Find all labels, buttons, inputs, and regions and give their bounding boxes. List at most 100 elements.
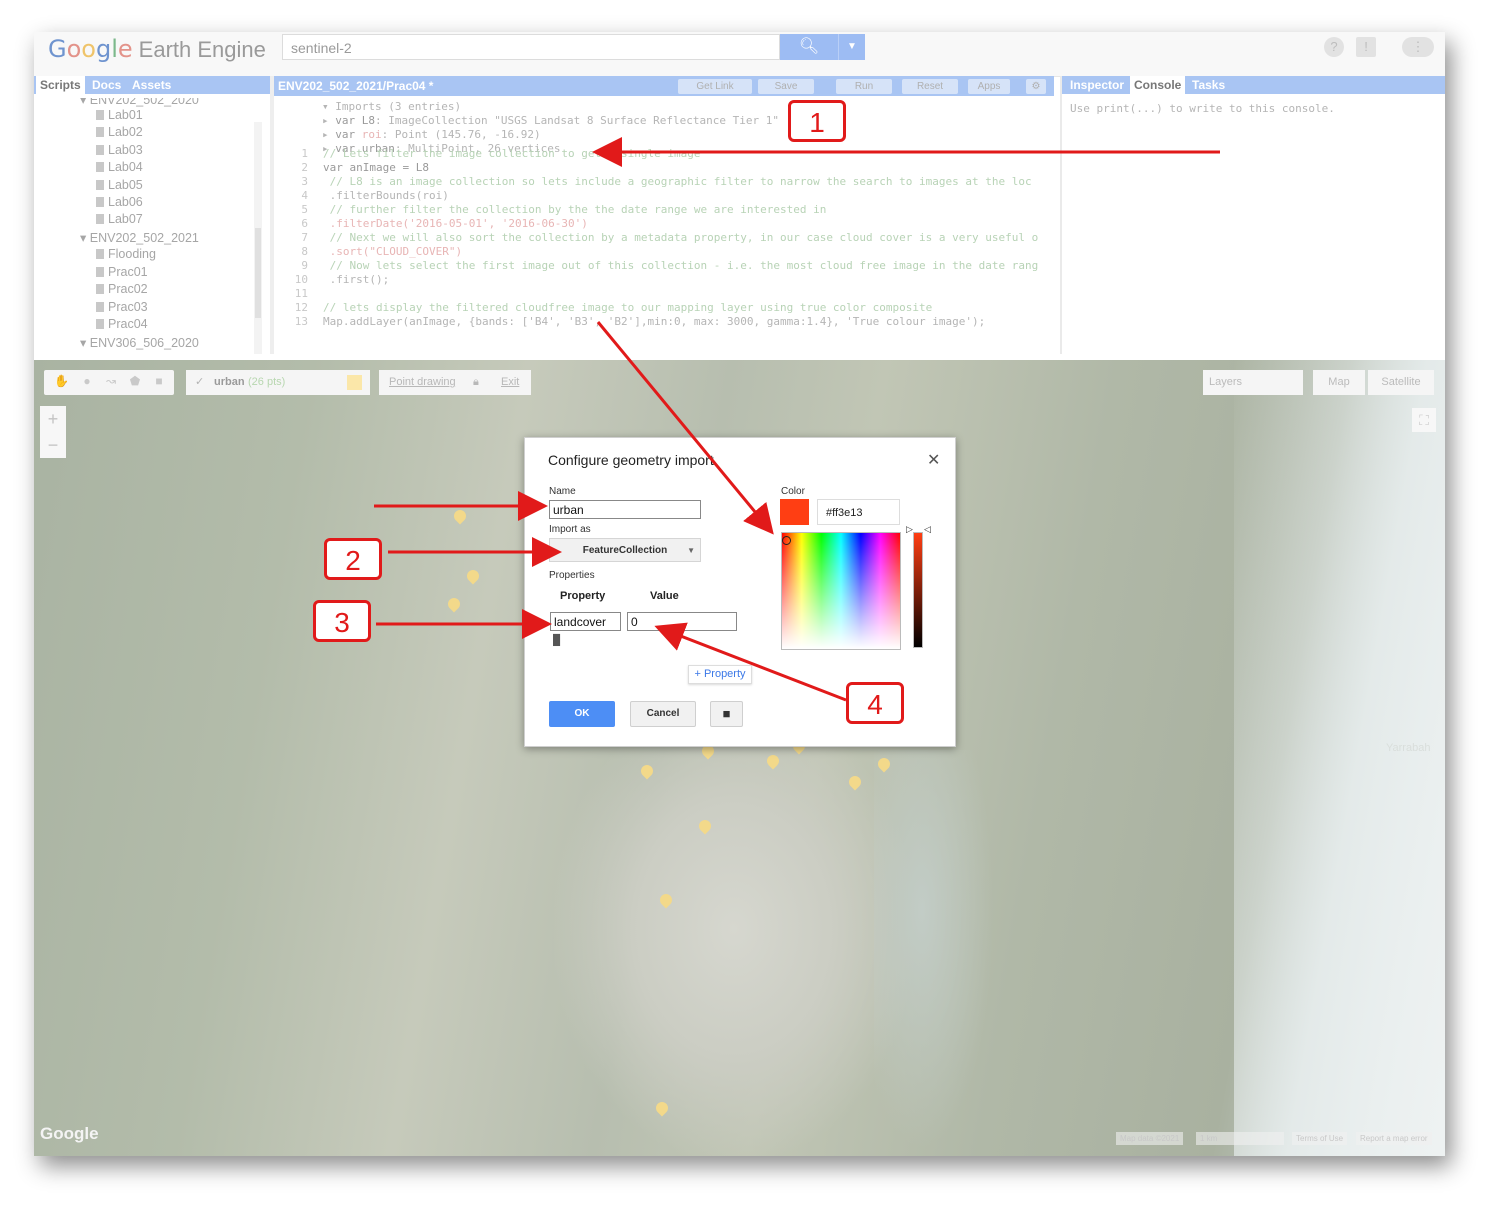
tab-assets[interactable]: Assets xyxy=(128,76,175,94)
tree-file[interactable]: Lab03 xyxy=(96,143,143,157)
geometry-layer-chip[interactable]: ✓ urban (26 pts) xyxy=(186,370,370,395)
tree-folder[interactable]: ▾ ENV202_502_2020 xyxy=(80,98,199,107)
top-bar: Google Earth Engine sentinel-2 🔍︎ ▼ ? ! ⋮ xyxy=(34,32,1445,77)
file-icon xyxy=(96,162,104,172)
color-spectrum-picker[interactable] xyxy=(781,532,901,650)
value-column-header: Value xyxy=(650,590,679,602)
property-column-header: Property xyxy=(560,590,606,602)
tree-file[interactable]: Lab06 xyxy=(96,195,143,209)
tab-docs[interactable]: Docs xyxy=(88,76,125,94)
file-icon xyxy=(96,180,104,190)
add-property-button[interactable]: + Property xyxy=(688,665,752,684)
checkmark-icon[interactable]: ✓ xyxy=(195,370,204,395)
polygon-icon[interactable]: ⬟ xyxy=(128,374,142,390)
exit-drawing-button[interactable]: Exit xyxy=(501,370,519,395)
trash-icon[interactable]: ■ xyxy=(710,701,743,727)
annotation-badge-2: 2 xyxy=(324,538,382,580)
tree-file[interactable]: Prac03 xyxy=(96,300,148,314)
earth-engine-logo[interactable]: Google Earth Engine xyxy=(48,35,266,64)
google-map-logo: Google xyxy=(40,1124,99,1143)
delete-property-icon[interactable]: █ xyxy=(553,635,560,646)
console-output: Use print(...) to write to this console. xyxy=(1070,102,1335,115)
color-cursor[interactable] xyxy=(782,536,791,545)
run-button[interactable]: Run xyxy=(836,79,892,94)
property-name-field[interactable]: landcover xyxy=(550,612,621,631)
close-icon[interactable]: ✕ xyxy=(927,450,940,470)
tab-inspector[interactable]: Inspector xyxy=(1066,76,1128,94)
lock-icon[interactable]: 🔒︎ xyxy=(473,370,479,395)
value-slider-left-handle-icon[interactable]: ▷ xyxy=(906,524,913,535)
map-attribution: Map data ©2021 xyxy=(1116,1132,1184,1145)
tree-file[interactable]: Lab07 xyxy=(96,212,143,226)
tree-file[interactable]: Prac01 xyxy=(96,265,148,279)
map-type-map[interactable]: Map xyxy=(1313,370,1365,395)
tree-file[interactable]: Flooding xyxy=(96,247,156,261)
import-as-select[interactable]: FeatureCollection ▼ xyxy=(549,538,701,562)
fullscreen-icon[interactable]: ⛶ xyxy=(1412,408,1436,432)
file-icon xyxy=(96,319,104,329)
code-line: 11 xyxy=(294,287,308,300)
rectangle-icon[interactable]: ■ xyxy=(152,374,166,390)
apps-button[interactable]: Apps xyxy=(968,79,1010,94)
properties-label: Properties xyxy=(549,570,595,581)
get-link-button[interactable]: Get Link xyxy=(678,79,752,94)
import-entry[interactable]: ▸ var roi: Point (145.76, -16.92) xyxy=(322,128,779,142)
property-value-field[interactable]: 0 xyxy=(627,612,737,631)
tree-file[interactable]: Prac02 xyxy=(96,282,148,296)
color-value-slider[interactable] xyxy=(913,532,923,648)
cancel-button[interactable]: Cancel xyxy=(630,701,696,727)
logo-google-text: Google xyxy=(48,35,133,63)
save-button[interactable]: Save xyxy=(758,79,814,94)
map-type-satellite[interactable]: Satellite xyxy=(1368,370,1434,395)
feedback-icon[interactable]: ! xyxy=(1356,37,1376,57)
import-entry[interactable]: ▸ var L8: ImageCollection "USGS Landsat … xyxy=(322,114,779,128)
tree-file[interactable]: Lab05 xyxy=(96,178,143,192)
report-map-error-link[interactable]: Report a map error xyxy=(1356,1132,1432,1145)
search-options-dropdown[interactable]: ▼ xyxy=(838,34,865,60)
ok-button[interactable]: OK xyxy=(549,701,615,727)
tab-tasks[interactable]: Tasks xyxy=(1188,76,1229,94)
zoom-out-button[interactable]: − xyxy=(40,432,66,458)
name-field[interactable]: urban xyxy=(549,500,701,519)
tree-folder[interactable]: ▾ ENV306_506_2020 xyxy=(80,335,199,350)
map-pin-icon[interactable] xyxy=(451,507,469,525)
tree-file[interactable]: Lab04 xyxy=(96,160,143,174)
tab-scripts[interactable]: Scripts xyxy=(36,76,85,94)
layer-color-swatch[interactable] xyxy=(347,375,362,390)
map-pin-icon[interactable] xyxy=(464,567,482,585)
terms-of-use-link[interactable]: Terms of Use xyxy=(1292,1132,1348,1145)
tree-folder[interactable]: ▾ ENV202_502_2021 xyxy=(80,230,199,245)
tree-file[interactable]: Lab01 xyxy=(96,108,143,122)
map-sea xyxy=(1234,360,1445,1156)
search-input[interactable]: sentinel-2 xyxy=(282,34,780,60)
tree-file-selected[interactable]: Prac04 xyxy=(96,317,148,331)
zoom-control: + − xyxy=(40,406,66,458)
map-scale[interactable]: 1 km xyxy=(1196,1132,1284,1145)
account-icon[interactable]: ⋮ xyxy=(1402,37,1434,57)
pan-hand-icon[interactable]: ✋ xyxy=(54,374,69,390)
tree-scrollbar-thumb[interactable] xyxy=(255,228,261,318)
drawing-tools: ✋ ● ↝ ⬟ ■ xyxy=(44,370,174,395)
imports-header[interactable]: ▾ Imports (3 entries) xyxy=(322,100,779,114)
reset-button[interactable]: Reset xyxy=(902,79,958,94)
map-pin-icon[interactable] xyxy=(445,595,463,613)
code-editor-panel: ENV202_502_2021/Prac04 * Get Link Save R… xyxy=(274,76,1054,354)
value-slider-right-handle-icon[interactable]: ◁ xyxy=(924,524,931,535)
color-hex-field[interactable]: #ff3e13 xyxy=(817,499,900,525)
search-button[interactable]: 🔍︎ xyxy=(780,34,838,60)
point-marker-icon[interactable]: ● xyxy=(80,374,94,390)
line-icon[interactable]: ↝ xyxy=(104,374,118,390)
tree-file[interactable]: Lab02 xyxy=(96,125,143,139)
import-as-label: Import as xyxy=(549,524,591,535)
code-line: 7 // Next we will also sort the collecti… xyxy=(301,231,1039,244)
zoom-in-button[interactable]: + xyxy=(40,406,66,432)
tab-console[interactable]: Console xyxy=(1130,76,1186,94)
search-icon: 🔍︎ xyxy=(798,38,820,55)
map-view[interactable]: ✋ ● ↝ ⬟ ■ ✓ urban (26 pts) Point drawing… xyxy=(34,360,1445,1156)
layer-count: (26 pts) xyxy=(248,376,286,388)
help-icon[interactable]: ? xyxy=(1324,37,1344,57)
settings-gear-icon[interactable]: ⚙ xyxy=(1026,79,1046,94)
code-area[interactable]: ▾ Imports (3 entries) ▸ var L8: ImageCol… xyxy=(274,98,1040,354)
console-tabs: Inspector Console Tasks xyxy=(1062,76,1445,94)
layers-menu[interactable]: Layers xyxy=(1203,370,1303,395)
